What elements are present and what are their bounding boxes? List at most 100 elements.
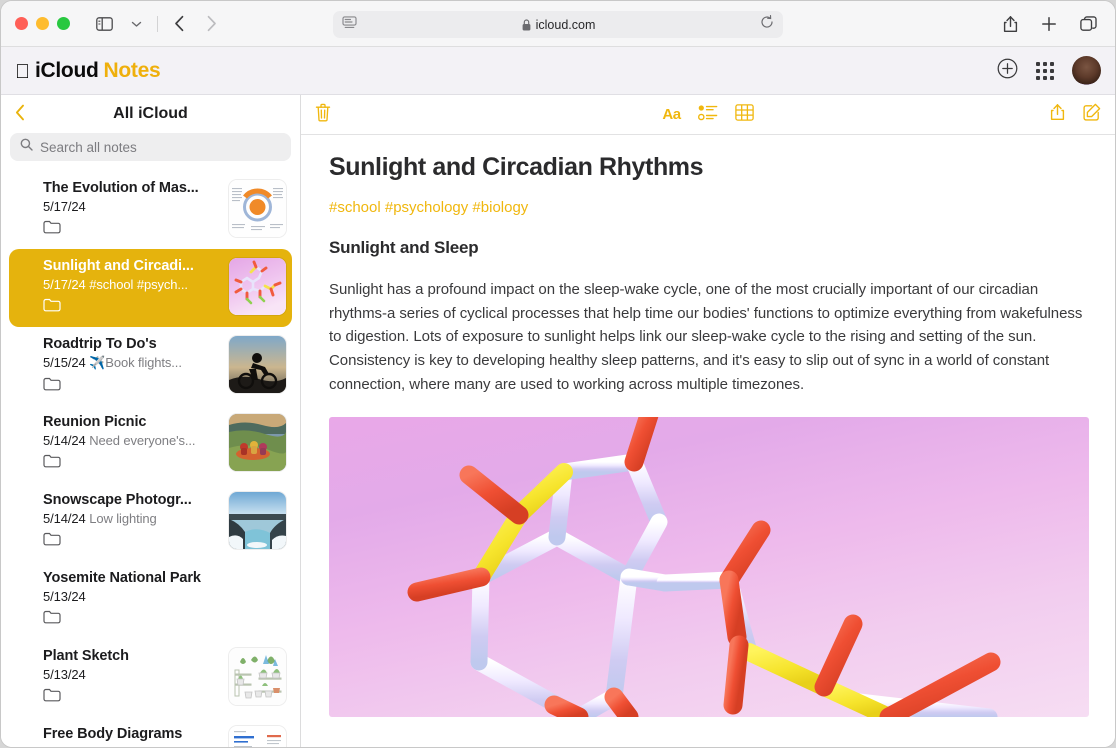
note-item-text: Roadtrip To Do's 5/15/24 ✈️Book flights.… [43, 336, 229, 396]
note-thumbnail [229, 726, 286, 748]
note-date: 5/13/24 [43, 589, 86, 604]
address-bar[interactable]: icloud.com [333, 11, 783, 38]
app-body: All iCloud The Evolution of Mas... [1, 95, 1115, 748]
back-button[interactable] [165, 11, 193, 37]
maximize-window-button[interactable] [57, 17, 70, 30]
note-item-text: Snowscape Photogr... 5/14/24 Low lightin… [43, 492, 229, 551]
search-box[interactable] [10, 133, 291, 161]
note-preview: Low lighting [89, 511, 156, 526]
window-controls [15, 17, 70, 30]
list-item[interactable]: Plant Sketch 5/13/24 [9, 639, 292, 717]
url-text: icloud.com [536, 18, 596, 32]
note-preview: #school #psych... [89, 277, 188, 292]
toolbar-divider [157, 16, 158, 32]
note-title: Snowscape Photogr... [43, 492, 221, 508]
note-item-text: The Evolution of Mas... 5/17/24 [43, 180, 229, 239]
note-item-text: Reunion Picnic 5/14/24 Need everyone's..… [43, 414, 229, 473]
app-grid-icon[interactable] [1036, 62, 1054, 80]
url-display: icloud.com [357, 18, 760, 32]
note-date: 5/13/24 [43, 667, 86, 682]
navigation-controls [90, 11, 225, 37]
browser-toolbar: icloud.com [1, 1, 1115, 47]
note-tags[interactable]: #school #psychology #biology [329, 199, 1087, 216]
list-item[interactable]: The Evolution of Mas... 5/17/24 [9, 171, 292, 249]
chevron-down-icon[interactable] [122, 11, 150, 37]
search-icon [20, 138, 33, 156]
share-icon[interactable] [996, 11, 1024, 37]
reload-icon[interactable] [760, 15, 774, 34]
list-item[interactable]: Roadtrip To Do's 5/15/24 ✈️Book flights.… [9, 327, 292, 405]
format-button[interactable]: Aa [662, 106, 680, 123]
note-meta: 5/17/24 [43, 199, 221, 214]
folder-icon [43, 688, 221, 707]
note-title: The Evolution of Mas... [43, 180, 221, 196]
search-input[interactable] [40, 140, 281, 155]
note-thumbnail [229, 336, 286, 393]
note-thumbnail [229, 648, 286, 705]
note-meta: 5/14/24 Low lighting [43, 511, 221, 526]
note-content[interactable]: Sunlight and Circadian Rhythms #school #… [301, 135, 1115, 748]
plus-circle-icon[interactable] [997, 58, 1018, 84]
browser-right-tools [996, 1, 1102, 47]
icloud-app-header:  iCloud Notes [1, 47, 1115, 95]
note-thumbnail [229, 258, 286, 315]
editor-toolbar-left [315, 103, 331, 127]
folder-icon [43, 610, 221, 629]
note-title: Yosemite National Park [43, 570, 221, 586]
note-thumbnail [229, 570, 286, 627]
note-meta: 5/13/24 [43, 589, 221, 604]
editor-toolbar-right [1050, 103, 1101, 126]
reader-view-icon[interactable] [342, 16, 357, 34]
note-editor: Aa [301, 95, 1115, 748]
list-item[interactable]: Sunlight and Circadi... 5/17/24 #school … [9, 249, 292, 327]
folder-icon [43, 454, 221, 473]
list-item[interactable]: Free Body Diagrams [9, 717, 292, 748]
note-paragraph: Sunlight has a profound impact on the sl… [329, 278, 1087, 396]
sidebar-header: All iCloud [1, 95, 300, 133]
trash-icon[interactable] [315, 103, 331, 127]
note-meta: 5/17/24 #school #psych... [43, 277, 221, 292]
new-tab-button[interactable] [1035, 11, 1063, 37]
editor-toolbar-center: Aa [662, 104, 753, 126]
note-title: Free Body Diagrams [43, 726, 221, 742]
sidebar-title: All iCloud [1, 105, 300, 123]
note-item-text: Free Body Diagrams [43, 726, 229, 742]
note-item-text: Plant Sketch 5/13/24 [43, 648, 229, 707]
folder-icon [43, 532, 221, 551]
brand-name: iCloud [35, 59, 99, 83]
list-item[interactable]: Snowscape Photogr... 5/14/24 Low lightin… [9, 483, 292, 561]
folder-icon [43, 298, 221, 317]
compose-icon[interactable] [1083, 103, 1101, 126]
checklist-icon[interactable] [698, 104, 718, 126]
note-meta: 5/15/24 ✈️Book flights... [43, 355, 221, 371]
editor-toolbar: Aa [301, 95, 1115, 135]
note-thumbnail [229, 414, 286, 471]
note-image-molecule[interactable] [329, 417, 1089, 717]
note-meta: 5/14/24 Need everyone's... [43, 433, 221, 448]
note-thumbnail [229, 180, 286, 237]
tab-overview-icon[interactable] [1074, 11, 1102, 37]
note-item-text: Yosemite National Park 5/13/24 [43, 570, 229, 629]
notes-sidebar: All iCloud The Evolution of Mas... [1, 95, 301, 748]
note-date: 5/14/24 [43, 511, 86, 526]
sidebar-back-button[interactable] [15, 104, 25, 125]
share-icon[interactable] [1050, 103, 1065, 126]
table-icon[interactable] [735, 104, 754, 126]
avatar[interactable] [1072, 56, 1101, 85]
close-window-button[interactable] [15, 17, 28, 30]
icloud-header-actions [997, 56, 1101, 85]
icloud-brand[interactable]:  iCloud Notes [15, 59, 160, 83]
note-date: 5/17/24 [43, 199, 86, 214]
folder-icon [43, 220, 221, 239]
lock-icon [522, 19, 531, 31]
sidebar-icon[interactable] [90, 11, 118, 37]
forward-button[interactable] [197, 11, 225, 37]
note-list[interactable]: The Evolution of Mas... 5/17/24 [1, 171, 300, 748]
minimize-window-button[interactable] [36, 17, 49, 30]
list-item[interactable]: Reunion Picnic 5/14/24 Need everyone's..… [9, 405, 292, 483]
list-item[interactable]: Yosemite National Park 5/13/24 [9, 561, 292, 639]
note-date: 5/15/24 [43, 355, 86, 370]
note-title: Plant Sketch [43, 648, 221, 664]
app-name-label: Notes [104, 59, 161, 83]
page-title: Sunlight and Circadian Rhythms [329, 153, 1087, 182]
